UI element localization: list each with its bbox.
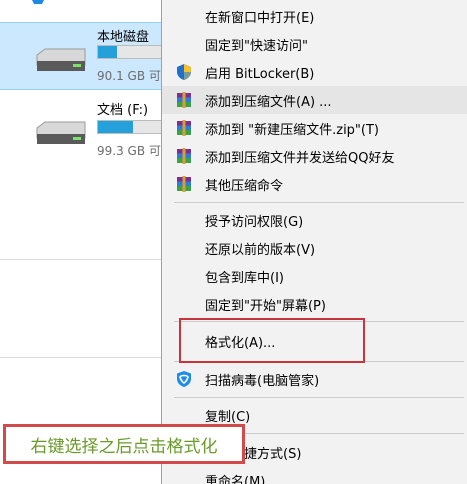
annotation-text: 右键选择之后点击格式化 bbox=[30, 436, 218, 457]
menu-item-label: 还原以前的版本(V) bbox=[205, 242, 316, 258]
menu-item-label: 添加到 "新建压缩文件.zip"(T) bbox=[205, 122, 379, 138]
drive-free-space: 99.3 GB 可 bbox=[97, 144, 161, 158]
divider bbox=[0, 357, 162, 358]
menu-item-open-new-window[interactable]: 在新窗口中打开(E) bbox=[162, 2, 467, 30]
tencent-pc-manager-icon bbox=[177, 371, 191, 387]
menu-item-label: 固定到"快速访问" bbox=[205, 38, 308, 54]
drive-capacity-fill bbox=[98, 121, 134, 133]
divider bbox=[0, 259, 162, 260]
menu-item-archive-send-qq[interactable]: 添加到压缩文件并发送给QQ好友 bbox=[162, 142, 467, 170]
menu-item-label: 重命名(M) bbox=[205, 474, 266, 484]
menu-item-label: 添加到压缩文件并发送给QQ好友 bbox=[205, 150, 395, 166]
menu-item-other-compress[interactable]: 其他压缩命令 bbox=[162, 170, 467, 198]
menu-separator bbox=[174, 202, 464, 203]
drive-capacity-fill bbox=[98, 46, 118, 58]
menu-item-pin-quick-access[interactable]: 固定到"快速访问" bbox=[162, 30, 467, 58]
hard-drive-icon bbox=[36, 48, 86, 71]
drive-row-docs[interactable]: 文档 (F:) 99.3 GB 可 bbox=[0, 96, 163, 164]
menu-item-restore-previous[interactable]: 还原以前的版本(V) bbox=[162, 234, 467, 262]
menu-item-label: 在新窗口中打开(E) bbox=[205, 10, 315, 26]
menu-item-label: 添加到压缩文件(A) ... bbox=[205, 94, 332, 110]
drive-capacity-bar bbox=[97, 45, 163, 59]
menu-item-label: 固定到"开始"屏幕(P) bbox=[205, 298, 326, 314]
menu-separator bbox=[174, 397, 464, 398]
menu-item-grant-access[interactable]: 授予访问权限(G) bbox=[162, 206, 467, 234]
menu-item-bitlocker[interactable]: 启用 BitLocker(B) bbox=[162, 58, 467, 86]
bitlocker-shield-icon bbox=[177, 64, 191, 80]
drive-icon-partial bbox=[32, 0, 44, 4]
format-highlight-box bbox=[179, 318, 365, 363]
menu-item-rename[interactable]: 重命名(M) bbox=[162, 466, 467, 484]
winrar-icon bbox=[177, 120, 191, 136]
menu-item-label: 授予访问权限(G) bbox=[205, 214, 304, 230]
drive-name: 文档 (F:) bbox=[97, 103, 149, 118]
drive-capacity-bar bbox=[97, 120, 163, 134]
menu-item-include-library[interactable]: 包含到库中(I) bbox=[162, 262, 467, 290]
winrar-icon bbox=[177, 92, 191, 108]
menu-item-add-to-zip[interactable]: 添加到 "新建压缩文件.zip"(T) bbox=[162, 114, 467, 142]
context-menu: 在新窗口中打开(E) 固定到"快速访问" 启用 BitLocker(B) 添加到… bbox=[161, 0, 467, 484]
drive-row-local-disk[interactable]: 本地磁盘 90.1 GB 可 bbox=[0, 22, 163, 90]
menu-item-label: 包含到库中(I) bbox=[205, 270, 284, 286]
menu-item-label: 启用 BitLocker(B) bbox=[205, 66, 315, 82]
menu-item-label: 复制(C) bbox=[205, 409, 251, 425]
explorer-drive-list: 本地磁盘 90.1 GB 可 文档 (F:) 99.3 GB 可 bbox=[0, 0, 163, 484]
menu-item-label: 其他压缩命令 bbox=[205, 178, 284, 194]
menu-item-label: 扫描病毒(电脑管家) bbox=[205, 373, 320, 389]
menu-item-add-to-archive[interactable]: 添加到压缩文件(A) ... bbox=[162, 86, 467, 114]
drive-name: 本地磁盘 bbox=[97, 30, 150, 45]
winrar-icon bbox=[177, 148, 191, 164]
drive-free-space: 90.1 GB 可 bbox=[97, 69, 161, 83]
menu-item-scan-virus[interactable]: 扫描病毒(电脑管家) bbox=[162, 365, 467, 393]
hard-drive-icon bbox=[36, 121, 86, 144]
menu-item-pin-start[interactable]: 固定到"开始"屏幕(P) bbox=[162, 290, 467, 318]
annotation-callout: 右键选择之后点击格式化 bbox=[3, 424, 245, 464]
winrar-icon bbox=[177, 176, 191, 192]
